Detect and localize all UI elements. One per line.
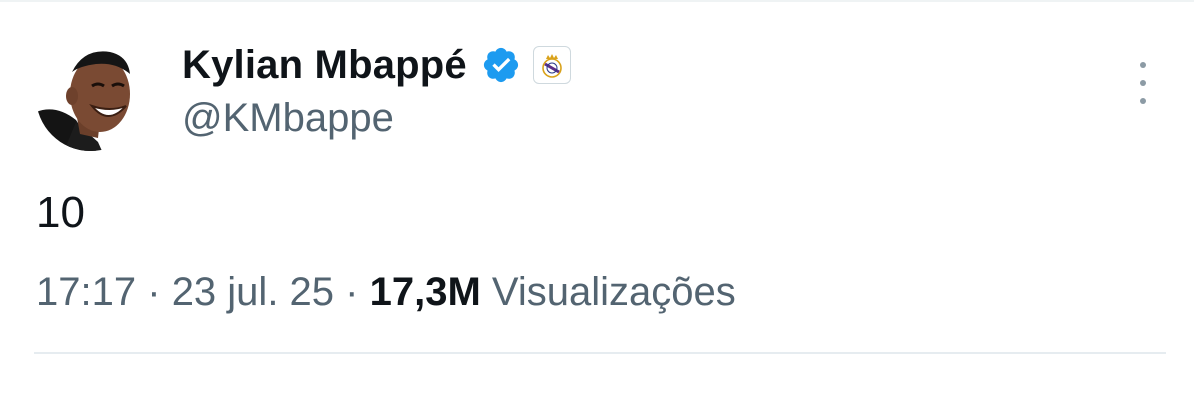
views-count[interactable]: 17,3M [370, 270, 481, 314]
meta-separator: · [345, 270, 359, 314]
author-name-row: Kylian Mbappé [182, 40, 571, 90]
tweet-time[interactable]: 17:17 [36, 270, 136, 314]
views-label[interactable]: Visualizações [492, 270, 736, 314]
verified-checkmark-icon[interactable] [481, 45, 521, 85]
meta-separator: · [147, 270, 161, 314]
avatar[interactable] [36, 42, 145, 151]
tweet-metadata: 17:17 · 23 jul. 25 · 17,3M Visualizações [36, 266, 736, 318]
author-handle[interactable]: @KMbappe [182, 94, 394, 142]
tweet-date[interactable]: 23 jul. 25 [172, 270, 334, 314]
more-vertical-icon-dot-1 [1140, 62, 1146, 68]
avatar-image [36, 42, 145, 151]
divider [34, 352, 1166, 354]
top-border [0, 0, 1194, 2]
real-madrid-crest-icon[interactable] [532, 46, 571, 84]
author-display-name[interactable]: Kylian Mbappé [182, 40, 467, 90]
more-options-button[interactable] [1128, 62, 1158, 104]
tweet-text: 10 [36, 188, 85, 237]
more-vertical-icon-dot-2 [1140, 80, 1146, 86]
more-vertical-icon-dot-3 [1140, 98, 1146, 104]
